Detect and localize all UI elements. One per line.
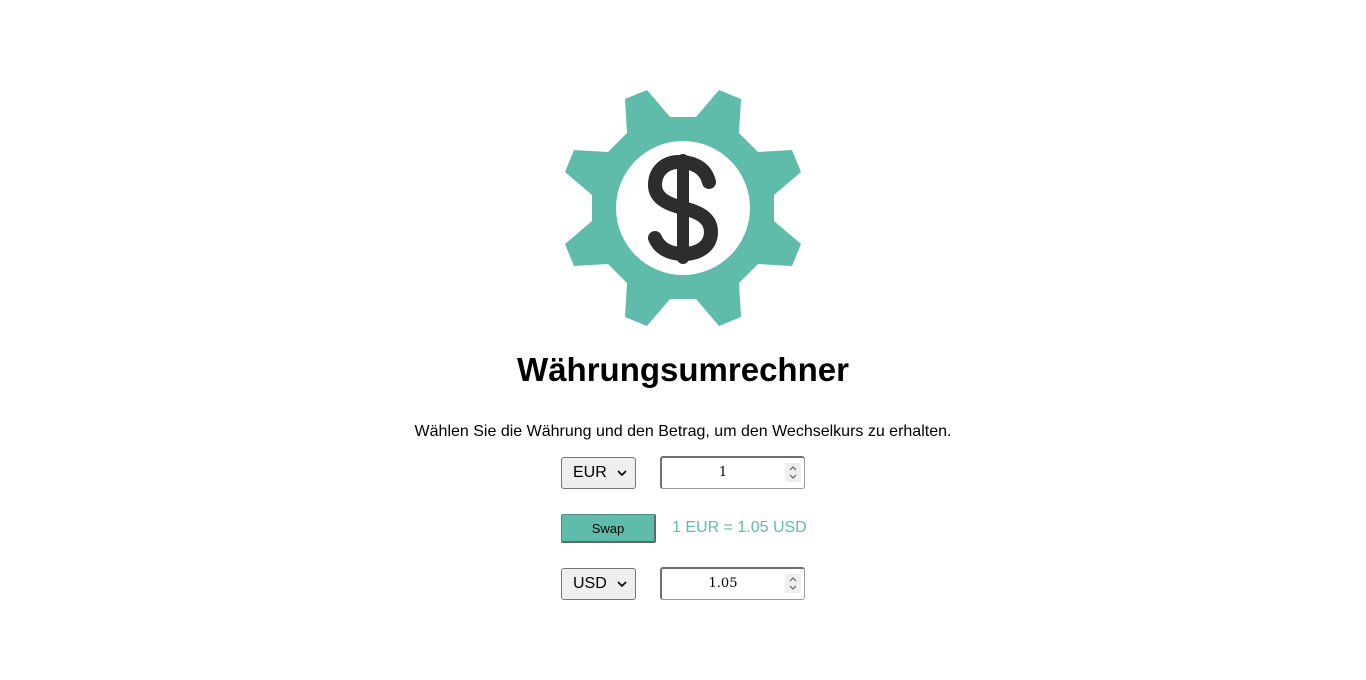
swap-button[interactable]: Swap xyxy=(561,514,656,543)
exchange-rate-text: 1 EUR = 1.05 USD xyxy=(672,519,807,536)
page-title: Währungsumrechner xyxy=(517,351,849,388)
number-spinner-icon[interactable] xyxy=(785,574,801,593)
from-currency-select[interactable]: EUR xyxy=(561,457,636,489)
dollar-gear-icon xyxy=(565,90,801,326)
chevron-down-icon xyxy=(617,581,627,588)
from-amount-input[interactable]: 1 xyxy=(660,456,805,489)
instructions-text: Wählen Sie die Währung und den Betrag, u… xyxy=(414,423,952,440)
currency-converter-page: Währungsumrechner Wählen Sie die Währung… xyxy=(0,0,1366,680)
to-amount-input[interactable]: 1.05 xyxy=(660,567,805,600)
from-amount-value: 1 xyxy=(718,465,728,480)
number-spinner-icon[interactable] xyxy=(785,463,801,482)
from-currency-value: EUR xyxy=(573,464,607,481)
to-currency-value: USD xyxy=(573,575,607,592)
to-currency-select[interactable]: USD xyxy=(561,568,636,600)
to-amount-value: 1.05 xyxy=(708,576,738,591)
chevron-down-icon xyxy=(617,470,627,477)
